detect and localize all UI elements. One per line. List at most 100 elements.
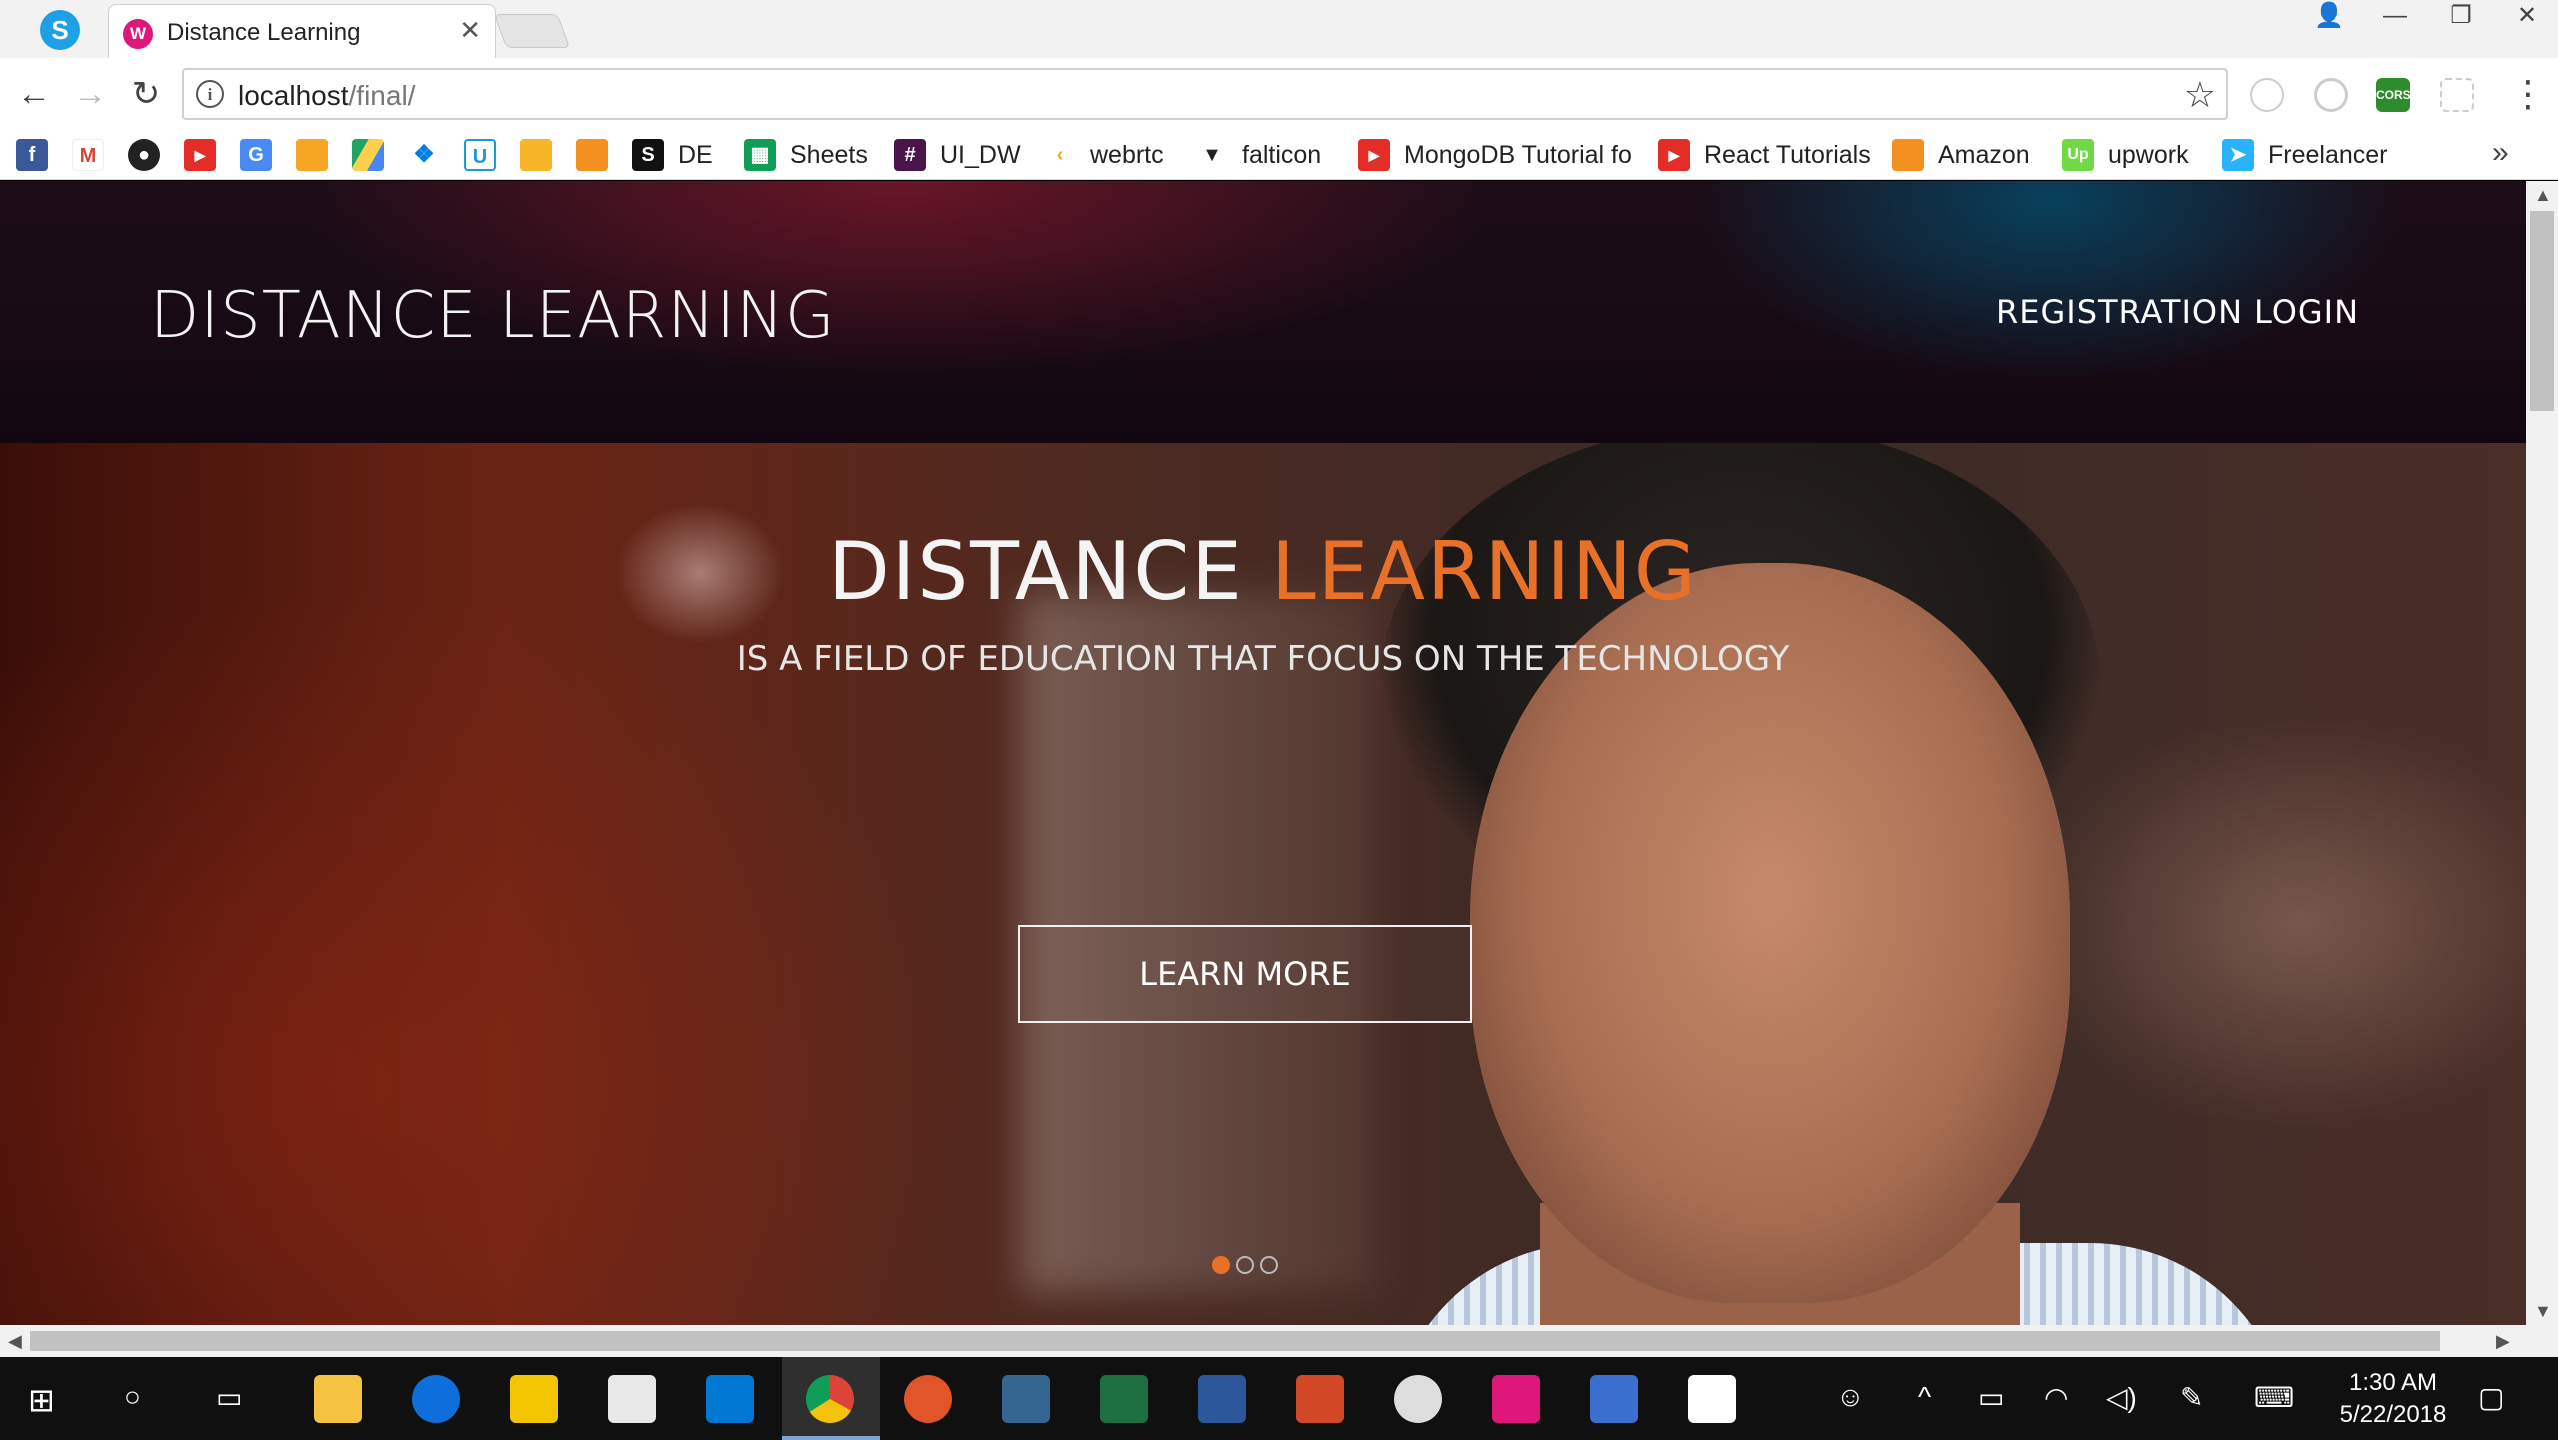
task-view-icon[interactable]: ▭ xyxy=(216,1381,242,1414)
sticky-notes-icon[interactable] xyxy=(1688,1375,1736,1423)
back-button[interactable]: ← xyxy=(10,70,58,118)
bookmark-label: webrtc xyxy=(1090,140,1164,169)
bookmark-sheets[interactable]: ▦ Sheets xyxy=(744,138,868,172)
bookmark-youtube[interactable]: ▶ xyxy=(184,138,216,172)
bookmark-github[interactable]: ● xyxy=(128,138,160,172)
vertical-scrollbar[interactable]: ▲ ▼ xyxy=(2526,181,2558,1325)
bookmark-drive[interactable] xyxy=(352,138,384,172)
google-drive-icon xyxy=(352,139,384,171)
horizontal-scrollbar[interactable]: ◀ ▶ xyxy=(0,1325,2558,1357)
volume-icon[interactable]: ◁) xyxy=(2106,1381,2137,1414)
wamp-icon[interactable] xyxy=(1492,1375,1540,1423)
forward-button[interactable]: → xyxy=(66,70,114,118)
windows-taskbar: ⊞ ○ ▭ ☺ ^ ▭ ◠ ◁) ✎ ⌨ 1:30 AM 5/22/2018 ▢ xyxy=(0,1357,2558,1440)
nav-registration[interactable]: REGISTRATION xyxy=(1996,293,2243,331)
bookmark-translate[interactable]: G xyxy=(240,138,272,172)
cors-extension-icon[interactable]: CORS xyxy=(2376,78,2411,112)
tab-close-icon[interactable]: ✕ xyxy=(459,15,481,46)
bookmark-classroom[interactable] xyxy=(520,138,552,172)
restore-button[interactable]: ❐ xyxy=(2428,0,2494,34)
keyboard-icon[interactable]: ⌨ xyxy=(2254,1381,2294,1414)
cortana-icon[interactable]: ○ xyxy=(124,1381,141,1413)
bookmark-firebase[interactable] xyxy=(296,138,328,172)
scroll-left-icon[interactable]: ◀ xyxy=(8,1331,22,1352)
vertical-scroll-thumb[interactable] xyxy=(2530,211,2554,411)
pen-icon[interactable]: ✎ xyxy=(2180,1381,2203,1414)
hero-title-main: DISTANCE xyxy=(828,525,1272,618)
scroll-right-icon[interactable]: ▶ xyxy=(2496,1331,2510,1352)
hero-title-accent: LEARNING xyxy=(1271,525,1698,618)
close-window-button[interactable]: ✕ xyxy=(2494,0,2558,34)
code-editor-icon[interactable] xyxy=(608,1375,656,1423)
bookmark-react-tutorials[interactable]: ▶ React Tutorials xyxy=(1658,138,1871,172)
nav-login[interactable]: LOGIN xyxy=(2254,293,2359,331)
bookmark-mongodb[interactable]: ▶ MongoDB Tutorial fo xyxy=(1358,138,1632,172)
tray-expand-icon[interactable]: ^ xyxy=(1918,1381,1931,1413)
powerpoint-icon[interactable] xyxy=(1296,1375,1344,1423)
clock-time[interactable]: 1:30 AM xyxy=(2338,1369,2448,1397)
s-logo-icon: S xyxy=(632,139,664,171)
carousel-dot[interactable] xyxy=(1212,1256,1230,1274)
tab-distance-learning[interactable]: W Distance Learning ✕ xyxy=(108,4,496,58)
vscode-icon[interactable] xyxy=(706,1375,754,1423)
skype-tab-icon[interactable]: S xyxy=(40,10,80,50)
bookmark-falticon[interactable]: ▼ falticon xyxy=(1196,138,1321,172)
page-viewport: DISTANCE LEARNING REGISTRATION LOGIN DIS… xyxy=(0,181,2526,1325)
file-explorer-icon[interactable] xyxy=(314,1375,362,1423)
clock-date[interactable]: 5/22/2018 xyxy=(2324,1401,2462,1429)
url-text[interactable]: localhost/final/ xyxy=(238,80,415,112)
teamviewer-icon[interactable] xyxy=(412,1375,460,1423)
postgresql-icon[interactable] xyxy=(1002,1375,1050,1423)
site-header: DISTANCE LEARNING REGISTRATION LOGIN xyxy=(0,181,2526,443)
scroll-down-icon[interactable]: ▼ xyxy=(2534,1301,2552,1322)
horizontal-scroll-thumb[interactable] xyxy=(30,1331,2440,1351)
new-tab-button[interactable] xyxy=(493,14,571,48)
react-devtools-icon[interactable] xyxy=(2250,78,2284,112)
minimize-button[interactable]: — xyxy=(2362,0,2428,34)
snipping-tool-icon[interactable] xyxy=(1394,1375,1442,1423)
bookmarks-bar: f M ● ▶ G ❖ U S DE ▦ Sheets # UI_DW ‹ webrtc… xyxy=(0,130,2558,180)
bookmark-facebook[interactable]: f xyxy=(16,138,48,172)
bookmark-star-icon[interactable]: ☆ xyxy=(2184,74,2216,116)
battery-icon[interactable]: ▭ xyxy=(1978,1381,2004,1414)
bookmarks-overflow-icon[interactable]: » xyxy=(2492,136,2509,170)
wifi-icon[interactable]: ◠ xyxy=(2044,1381,2068,1414)
bookmark-u[interactable]: U xyxy=(464,138,496,172)
reload-button[interactable]: ↻ xyxy=(122,70,170,118)
extension-tree-icon[interactable] xyxy=(2440,78,2474,112)
bookmark-de[interactable]: S DE xyxy=(632,138,713,172)
bookmark-ui-dw[interactable]: # UI_DW xyxy=(894,138,1021,172)
scroll-up-icon[interactable]: ▲ xyxy=(2534,185,2552,206)
people-icon[interactable]: ☺ xyxy=(1836,1381,1865,1413)
info-icon[interactable]: i xyxy=(196,80,224,108)
hero-title: DISTANCE LEARNING xyxy=(0,525,2526,618)
word-icon[interactable] xyxy=(1198,1375,1246,1423)
extension-circle-icon[interactable] xyxy=(2314,78,2348,112)
learn-more-button[interactable]: LEARN MORE xyxy=(1018,925,1472,1023)
gmail-icon: M xyxy=(72,139,104,171)
bookmark-upwork[interactable]: Up upwork xyxy=(2062,138,2189,172)
network-app-icon[interactable] xyxy=(1590,1375,1638,1423)
address-bar[interactable]: i localhost/final/ ☆ xyxy=(182,68,2228,120)
browser-toolbar: ← → ↻ i localhost/final/ ☆ CORS ⋮ xyxy=(0,58,2558,130)
bookmark-webrtc[interactable]: ‹ webrtc xyxy=(1044,138,1164,172)
site-brand[interactable]: DISTANCE LEARNING xyxy=(150,279,836,353)
app-yellow-icon[interactable] xyxy=(510,1375,558,1423)
chrome-icon[interactable] xyxy=(806,1375,854,1423)
youtube-icon: ▶ xyxy=(184,139,216,171)
chrome-menu-icon[interactable]: ⋮ xyxy=(2510,70,2546,118)
action-center-icon[interactable]: ▢ xyxy=(2478,1381,2504,1414)
windows-start-icon[interactable]: ⊞ xyxy=(28,1381,55,1419)
carousel-dot[interactable] xyxy=(1236,1256,1254,1274)
bookmark-freelancer[interactable]: ➤ Freelancer xyxy=(2222,138,2388,172)
excel-icon[interactable] xyxy=(1100,1375,1148,1423)
dropbox-icon: ❖ xyxy=(408,139,440,171)
carousel-dot[interactable] xyxy=(1260,1256,1278,1274)
bookmark-dropbox[interactable]: ❖ xyxy=(408,138,440,172)
bookmark-amazon[interactable]: Amazon xyxy=(1892,138,2030,172)
bookmark-orange-cube[interactable] xyxy=(576,138,608,172)
bookmark-gmail[interactable]: M xyxy=(72,138,104,172)
browser-app-icon[interactable] xyxy=(904,1375,952,1423)
github-icon: ● xyxy=(128,139,160,171)
profile-icon[interactable]: 👤 xyxy=(2296,0,2362,34)
